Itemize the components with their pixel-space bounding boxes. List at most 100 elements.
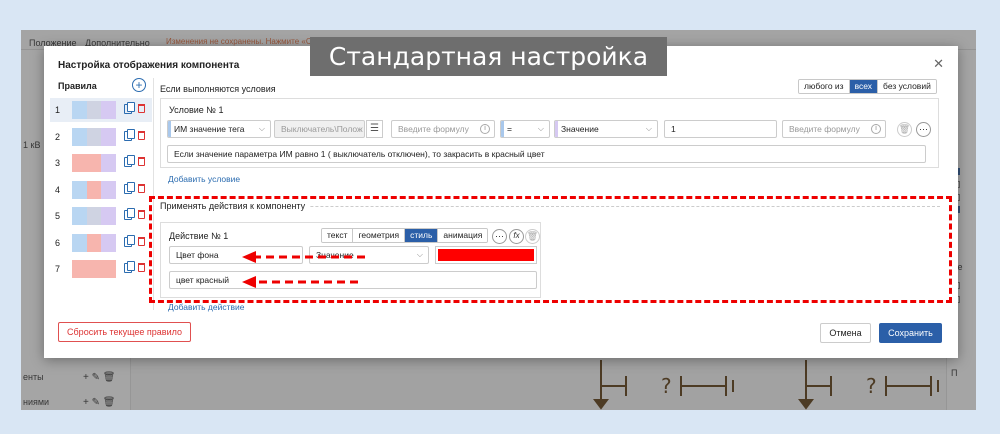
operator-select[interactable]: = ⌵ bbox=[500, 120, 550, 138]
action-title: Действие № 1 bbox=[169, 231, 229, 241]
color-segment bbox=[86, 101, 102, 119]
color-segment bbox=[72, 127, 87, 146]
mode-none-button[interactable]: без условий bbox=[878, 80, 936, 93]
color-segment bbox=[101, 180, 117, 199]
rule-number: 6 bbox=[55, 237, 61, 248]
color-picker[interactable] bbox=[435, 246, 537, 264]
reset-rule-button[interactable]: Сбросить текущее правило bbox=[58, 322, 191, 342]
copy-icon[interactable] bbox=[124, 261, 135, 273]
tab-text[interactable]: текст bbox=[322, 229, 354, 242]
conditions-header: Если выполняются условия bbox=[160, 84, 276, 94]
title-banner: Стандартная настройка bbox=[310, 37, 667, 76]
trash-icon[interactable] bbox=[138, 263, 145, 272]
source-field[interactable]: Выключатель\Полож bbox=[274, 120, 365, 138]
rule-number: 4 bbox=[55, 184, 61, 195]
condition-description[interactable]: Если значение параметра ИМ равно 1 ( вык… bbox=[167, 145, 926, 163]
trash-icon[interactable] bbox=[138, 104, 145, 113]
dialog-title: Настройка отображения компонента bbox=[58, 60, 240, 71]
rule-item[interactable]: 1 bbox=[50, 98, 152, 122]
tab-geometry[interactable]: геометрия bbox=[353, 229, 406, 242]
info-icon[interactable]: i bbox=[871, 124, 881, 134]
mode-any-button[interactable]: любого из bbox=[799, 80, 850, 93]
color-segment bbox=[101, 260, 117, 278]
delete-action-icon[interactable]: 🗑 bbox=[525, 229, 540, 244]
copy-icon[interactable] bbox=[124, 181, 135, 194]
chevron-down-icon: ⌵ bbox=[645, 124, 652, 133]
color-segment bbox=[101, 233, 117, 252]
annotation-arrows bbox=[242, 251, 365, 288]
action-description-text: цвет красный bbox=[176, 275, 229, 285]
rule-item[interactable]: 5 bbox=[50, 204, 152, 228]
color-segment bbox=[101, 101, 117, 119]
trash-icon[interactable] bbox=[138, 236, 145, 246]
trash-icon[interactable] bbox=[138, 183, 145, 193]
formula-input-1[interactable]: Введите формулу i bbox=[391, 120, 495, 138]
tag-select-value: ИМ значение тега bbox=[174, 124, 245, 134]
rule-color-preview bbox=[72, 233, 117, 252]
color-segment bbox=[72, 180, 87, 199]
cancel-button[interactable]: Отмена bbox=[820, 323, 871, 343]
more-icon[interactable]: ⋯ bbox=[492, 229, 507, 244]
formula-input-2[interactable]: Введите формулу i bbox=[782, 120, 886, 138]
value-type-select[interactable]: Значение ⌵ bbox=[554, 120, 658, 138]
trash-icon[interactable] bbox=[138, 210, 145, 219]
color-segment bbox=[86, 180, 102, 199]
condition-card: Условие № 1 ИМ значение тега ⌵ Выключате… bbox=[160, 98, 939, 168]
color-segment bbox=[72, 207, 87, 225]
rule-item[interactable]: 2 bbox=[50, 125, 152, 149]
value-input-text: 1 bbox=[671, 124, 676, 134]
color-segment bbox=[101, 154, 117, 172]
mode-all-button[interactable]: всех bbox=[849, 80, 879, 93]
color-segment bbox=[86, 260, 102, 278]
info-icon[interactable]: i bbox=[480, 124, 490, 134]
chevron-down-icon: ⌵ bbox=[258, 124, 265, 133]
tab-animation[interactable]: анимация bbox=[438, 229, 488, 242]
close-icon[interactable]: ✕ bbox=[933, 56, 944, 72]
color-segment bbox=[72, 154, 87, 172]
add-condition-link[interactable]: Добавить условие bbox=[168, 174, 240, 184]
copy-icon[interactable] bbox=[124, 234, 135, 247]
select-color-marker bbox=[501, 121, 504, 137]
color-segment bbox=[86, 154, 102, 172]
rule-number: 7 bbox=[55, 264, 61, 274]
color-segment bbox=[86, 233, 102, 252]
rule-item[interactable]: 7 bbox=[50, 257, 152, 281]
value-input[interactable]: 1 bbox=[664, 120, 777, 138]
rule-color-preview bbox=[72, 127, 117, 146]
fx-icon[interactable]: fx bbox=[509, 229, 524, 244]
add-action-link[interactable]: Добавить действие bbox=[168, 302, 245, 312]
divider bbox=[153, 78, 154, 310]
copy-icon[interactable] bbox=[124, 102, 135, 114]
tab-style[interactable]: стиль bbox=[405, 229, 439, 242]
save-button[interactable]: Сохранить bbox=[879, 323, 942, 343]
copy-icon[interactable] bbox=[124, 155, 135, 167]
color-segment bbox=[86, 127, 102, 146]
formula-placeholder: Введите формулу bbox=[789, 124, 860, 134]
rule-item[interactable]: 4 bbox=[50, 178, 152, 202]
formula-placeholder: Введите формулу bbox=[398, 124, 469, 134]
select-color-marker bbox=[555, 121, 558, 137]
property-value: Цвет фона bbox=[176, 250, 219, 260]
more-icon[interactable]: ⋯ bbox=[916, 122, 931, 137]
trash-icon[interactable] bbox=[138, 157, 145, 166]
select-color-marker bbox=[168, 121, 171, 137]
color-segment bbox=[72, 101, 87, 119]
operator-value: = bbox=[507, 124, 512, 134]
rule-color-preview bbox=[72, 207, 117, 225]
list-icon[interactable]: ☰ bbox=[366, 120, 383, 138]
color-segment bbox=[72, 260, 87, 278]
rule-item[interactable]: 6 bbox=[50, 231, 152, 255]
condition-title: Условие № 1 bbox=[169, 105, 224, 115]
rule-color-preview bbox=[72, 101, 117, 119]
condition-description-text: Если значение параметра ИМ равно 1 ( вык… bbox=[174, 149, 545, 159]
color-segment bbox=[86, 207, 102, 225]
tag-select[interactable]: ИМ значение тега ⌵ bbox=[167, 120, 271, 138]
delete-condition-icon[interactable]: 🗑 bbox=[897, 122, 912, 137]
rule-item[interactable]: 3 bbox=[50, 151, 152, 175]
copy-icon[interactable] bbox=[124, 128, 135, 141]
add-rule-button[interactable]: + bbox=[132, 78, 146, 92]
copy-icon[interactable] bbox=[124, 208, 135, 220]
trash-icon[interactable] bbox=[138, 130, 145, 140]
color-swatch bbox=[438, 249, 534, 261]
source-field-value: Выключатель\Полож bbox=[281, 124, 363, 134]
